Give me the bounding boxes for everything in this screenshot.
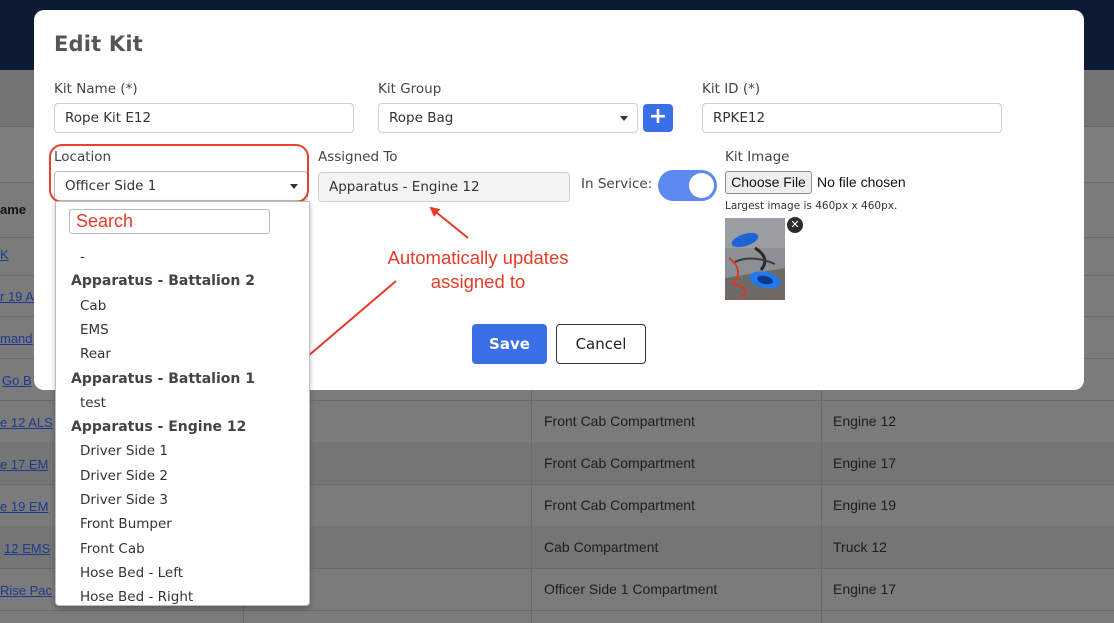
dropdown-group-header: Apparatus - Battalion 1: [71, 370, 255, 387]
dropdown-option[interactable]: Rear: [56, 342, 309, 366]
dropdown-option[interactable]: Front Bumper: [56, 512, 309, 536]
dropdown-group-header: Apparatus - Battalion 2: [71, 273, 255, 290]
dropdown-option[interactable]: test: [56, 391, 309, 415]
dropdown-option[interactable]: Driver Side 2: [56, 464, 309, 488]
dropdown-option[interactable]: Hose Bed - Left: [56, 561, 309, 585]
location-dropdown: Search - Apparatus - Battalion 2 Cab EMS Rea…: [55, 201, 310, 606]
dropdown-option[interactable]: EMS: [56, 318, 309, 342]
dropdown-option[interactable]: Cab: [56, 294, 309, 318]
dropdown-search-input[interactable]: Search: [69, 209, 270, 234]
dropdown-option[interactable]: Front Cab: [56, 537, 309, 561]
dropdown-group-header: Apparatus - Engine 12: [71, 419, 247, 436]
arrow-to-assigned-to: [429, 206, 469, 239]
dropdown-option[interactable]: -: [56, 245, 309, 269]
dropdown-option[interactable]: Driver Side 1: [56, 439, 309, 463]
dropdown-option[interactable]: Hose Bed - Right: [56, 585, 309, 605]
dropdown-option[interactable]: Driver Side 3: [56, 488, 309, 512]
